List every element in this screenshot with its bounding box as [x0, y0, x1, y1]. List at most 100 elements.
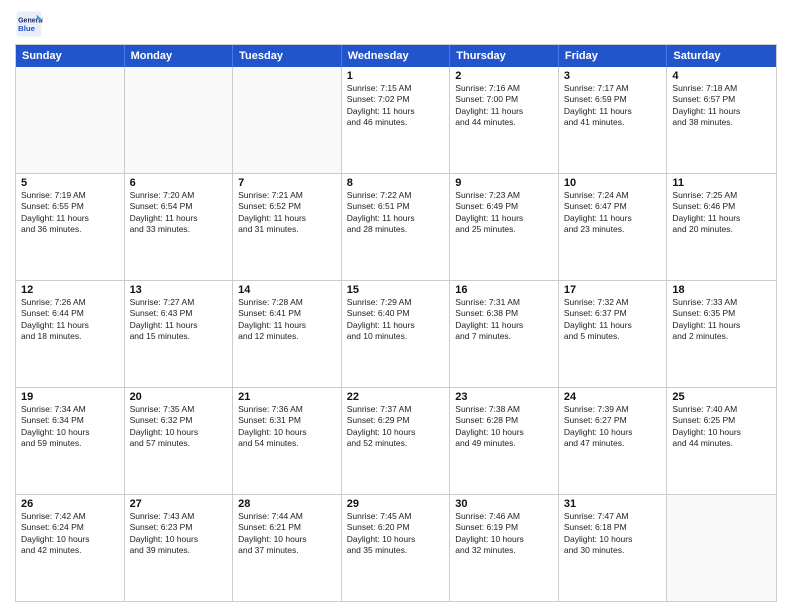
cell-info: Sunrise: 7:40 AM Sunset: 6:25 PM Dayligh…: [672, 404, 771, 450]
day-cell-19: 19Sunrise: 7:34 AM Sunset: 6:34 PM Dayli…: [16, 388, 125, 494]
day-cell-18: 18Sunrise: 7:33 AM Sunset: 6:35 PM Dayli…: [667, 281, 776, 387]
logo-icon: General Blue: [15, 10, 43, 38]
cell-info: Sunrise: 7:33 AM Sunset: 6:35 PM Dayligh…: [672, 297, 771, 343]
day-cell-29: 29Sunrise: 7:45 AM Sunset: 6:20 PM Dayli…: [342, 495, 451, 601]
day-number: 22: [347, 391, 445, 403]
cell-info: Sunrise: 7:32 AM Sunset: 6:37 PM Dayligh…: [564, 297, 662, 343]
calendar-row-1: 5Sunrise: 7:19 AM Sunset: 6:55 PM Daylig…: [16, 173, 776, 280]
day-number: 25: [672, 391, 771, 403]
day-number: 10: [564, 177, 662, 189]
cell-info: Sunrise: 7:29 AM Sunset: 6:40 PM Dayligh…: [347, 297, 445, 343]
cell-info: Sunrise: 7:47 AM Sunset: 6:18 PM Dayligh…: [564, 511, 662, 557]
day-cell-15: 15Sunrise: 7:29 AM Sunset: 6:40 PM Dayli…: [342, 281, 451, 387]
day-number: 14: [238, 284, 336, 296]
day-cell-30: 30Sunrise: 7:46 AM Sunset: 6:19 PM Dayli…: [450, 495, 559, 601]
day-number: 28: [238, 498, 336, 510]
day-header-thursday: Thursday: [450, 45, 559, 67]
empty-cell-0-1: [125, 67, 234, 173]
day-number: 2: [455, 70, 553, 82]
day-cell-1: 1Sunrise: 7:15 AM Sunset: 7:02 PM Daylig…: [342, 67, 451, 173]
day-cell-26: 26Sunrise: 7:42 AM Sunset: 6:24 PM Dayli…: [16, 495, 125, 601]
day-number: 15: [347, 284, 445, 296]
day-cell-16: 16Sunrise: 7:31 AM Sunset: 6:38 PM Dayli…: [450, 281, 559, 387]
day-cell-11: 11Sunrise: 7:25 AM Sunset: 6:46 PM Dayli…: [667, 174, 776, 280]
day-cell-17: 17Sunrise: 7:32 AM Sunset: 6:37 PM Dayli…: [559, 281, 668, 387]
calendar-row-0: 1Sunrise: 7:15 AM Sunset: 7:02 PM Daylig…: [16, 67, 776, 173]
day-number: 3: [564, 70, 662, 82]
cell-info: Sunrise: 7:42 AM Sunset: 6:24 PM Dayligh…: [21, 511, 119, 557]
cell-info: Sunrise: 7:23 AM Sunset: 6:49 PM Dayligh…: [455, 190, 553, 236]
day-cell-7: 7Sunrise: 7:21 AM Sunset: 6:52 PM Daylig…: [233, 174, 342, 280]
day-cell-25: 25Sunrise: 7:40 AM Sunset: 6:25 PM Dayli…: [667, 388, 776, 494]
day-number: 19: [21, 391, 119, 403]
cell-info: Sunrise: 7:26 AM Sunset: 6:44 PM Dayligh…: [21, 297, 119, 343]
day-number: 4: [672, 70, 771, 82]
day-number: 20: [130, 391, 228, 403]
day-number: 12: [21, 284, 119, 296]
cell-info: Sunrise: 7:15 AM Sunset: 7:02 PM Dayligh…: [347, 83, 445, 129]
cell-info: Sunrise: 7:24 AM Sunset: 6:47 PM Dayligh…: [564, 190, 662, 236]
day-cell-10: 10Sunrise: 7:24 AM Sunset: 6:47 PM Dayli…: [559, 174, 668, 280]
day-header-wednesday: Wednesday: [342, 45, 451, 67]
day-cell-14: 14Sunrise: 7:28 AM Sunset: 6:41 PM Dayli…: [233, 281, 342, 387]
calendar: SundayMondayTuesdayWednesdayThursdayFrid…: [15, 44, 777, 602]
cell-info: Sunrise: 7:43 AM Sunset: 6:23 PM Dayligh…: [130, 511, 228, 557]
cell-info: Sunrise: 7:21 AM Sunset: 6:52 PM Dayligh…: [238, 190, 336, 236]
calendar-body: 1Sunrise: 7:15 AM Sunset: 7:02 PM Daylig…: [16, 67, 776, 601]
day-header-friday: Friday: [559, 45, 668, 67]
svg-text:Blue: Blue: [18, 24, 36, 33]
empty-cell-0-2: [233, 67, 342, 173]
day-number: 9: [455, 177, 553, 189]
day-cell-9: 9Sunrise: 7:23 AM Sunset: 6:49 PM Daylig…: [450, 174, 559, 280]
header: General Blue: [15, 10, 777, 38]
cell-info: Sunrise: 7:46 AM Sunset: 6:19 PM Dayligh…: [455, 511, 553, 557]
cell-info: Sunrise: 7:25 AM Sunset: 6:46 PM Dayligh…: [672, 190, 771, 236]
day-cell-28: 28Sunrise: 7:44 AM Sunset: 6:21 PM Dayli…: [233, 495, 342, 601]
day-number: 31: [564, 498, 662, 510]
day-number: 21: [238, 391, 336, 403]
cell-info: Sunrise: 7:44 AM Sunset: 6:21 PM Dayligh…: [238, 511, 336, 557]
cell-info: Sunrise: 7:45 AM Sunset: 6:20 PM Dayligh…: [347, 511, 445, 557]
calendar-row-3: 19Sunrise: 7:34 AM Sunset: 6:34 PM Dayli…: [16, 387, 776, 494]
day-number: 1: [347, 70, 445, 82]
day-number: 26: [21, 498, 119, 510]
day-cell-31: 31Sunrise: 7:47 AM Sunset: 6:18 PM Dayli…: [559, 495, 668, 601]
day-number: 24: [564, 391, 662, 403]
day-cell-27: 27Sunrise: 7:43 AM Sunset: 6:23 PM Dayli…: [125, 495, 234, 601]
cell-info: Sunrise: 7:35 AM Sunset: 6:32 PM Dayligh…: [130, 404, 228, 450]
day-cell-6: 6Sunrise: 7:20 AM Sunset: 6:54 PM Daylig…: [125, 174, 234, 280]
calendar-row-4: 26Sunrise: 7:42 AM Sunset: 6:24 PM Dayli…: [16, 494, 776, 601]
day-number: 16: [455, 284, 553, 296]
cell-info: Sunrise: 7:27 AM Sunset: 6:43 PM Dayligh…: [130, 297, 228, 343]
day-number: 13: [130, 284, 228, 296]
cell-info: Sunrise: 7:36 AM Sunset: 6:31 PM Dayligh…: [238, 404, 336, 450]
day-header-monday: Monday: [125, 45, 234, 67]
day-number: 5: [21, 177, 119, 189]
day-number: 8: [347, 177, 445, 189]
cell-info: Sunrise: 7:31 AM Sunset: 6:38 PM Dayligh…: [455, 297, 553, 343]
day-cell-13: 13Sunrise: 7:27 AM Sunset: 6:43 PM Dayli…: [125, 281, 234, 387]
day-cell-4: 4Sunrise: 7:18 AM Sunset: 6:57 PM Daylig…: [667, 67, 776, 173]
day-cell-23: 23Sunrise: 7:38 AM Sunset: 6:28 PM Dayli…: [450, 388, 559, 494]
cell-info: Sunrise: 7:34 AM Sunset: 6:34 PM Dayligh…: [21, 404, 119, 450]
day-cell-5: 5Sunrise: 7:19 AM Sunset: 6:55 PM Daylig…: [16, 174, 125, 280]
empty-cell-0-0: [16, 67, 125, 173]
empty-cell-4-6: [667, 495, 776, 601]
day-number: 18: [672, 284, 771, 296]
cell-info: Sunrise: 7:19 AM Sunset: 6:55 PM Dayligh…: [21, 190, 119, 236]
day-number: 23: [455, 391, 553, 403]
day-header-saturday: Saturday: [667, 45, 776, 67]
logo: General Blue: [15, 10, 47, 38]
day-number: 30: [455, 498, 553, 510]
page: General Blue SundayMondayTuesdayWednesda…: [0, 0, 792, 612]
day-cell-21: 21Sunrise: 7:36 AM Sunset: 6:31 PM Dayli…: [233, 388, 342, 494]
day-cell-20: 20Sunrise: 7:35 AM Sunset: 6:32 PM Dayli…: [125, 388, 234, 494]
cell-info: Sunrise: 7:39 AM Sunset: 6:27 PM Dayligh…: [564, 404, 662, 450]
cell-info: Sunrise: 7:16 AM Sunset: 7:00 PM Dayligh…: [455, 83, 553, 129]
day-cell-3: 3Sunrise: 7:17 AM Sunset: 6:59 PM Daylig…: [559, 67, 668, 173]
day-number: 7: [238, 177, 336, 189]
day-number: 6: [130, 177, 228, 189]
day-cell-2: 2Sunrise: 7:16 AM Sunset: 7:00 PM Daylig…: [450, 67, 559, 173]
cell-info: Sunrise: 7:20 AM Sunset: 6:54 PM Dayligh…: [130, 190, 228, 236]
day-number: 11: [672, 177, 771, 189]
